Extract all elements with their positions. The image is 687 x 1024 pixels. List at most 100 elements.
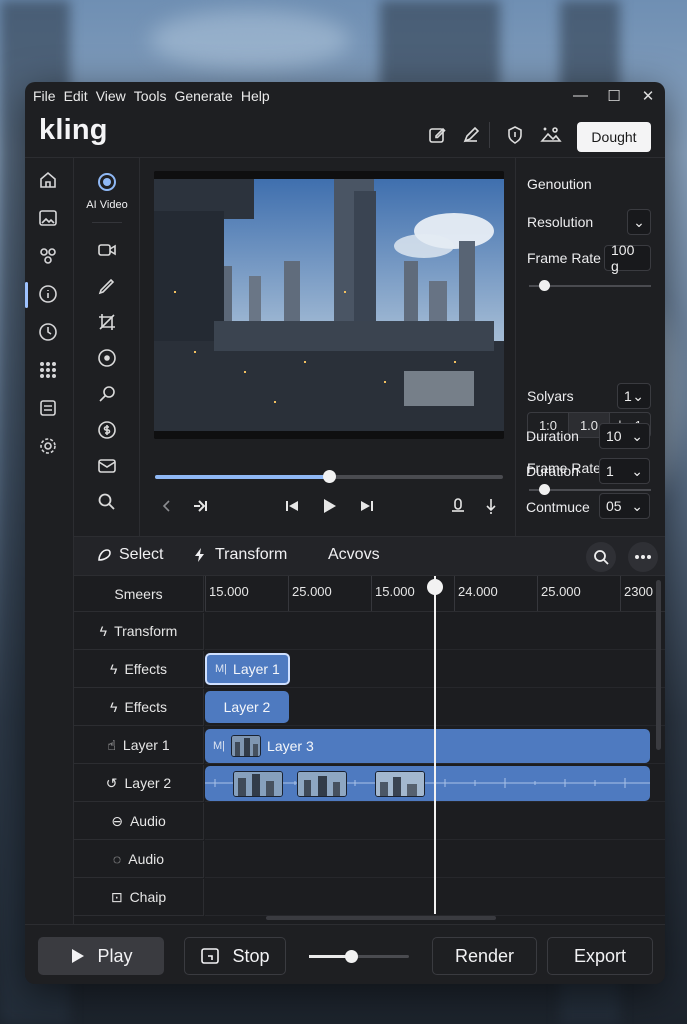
more-options-button[interactable] <box>628 542 658 572</box>
select-tool[interactable]: Select <box>96 546 163 564</box>
volume-slider[interactable] <box>309 950 409 963</box>
ruler-tick <box>620 576 621 611</box>
frame-rate-slider[interactable] <box>529 280 651 291</box>
frame-rate-slider-handle[interactable] <box>538 280 550 291</box>
crop-icon[interactable] <box>95 310 119 334</box>
contmuce-dropdown[interactable]: 05 ⌄ <box>599 493 650 519</box>
export-button[interactable]: Export <box>547 937 653 975</box>
menu-file[interactable]: File <box>33 88 56 104</box>
settings-gear-icon[interactable] <box>36 434 60 458</box>
chevron-left-icon[interactable] <box>155 494 179 518</box>
track-header-chaip[interactable]: ⊡ Chaip <box>74 879 204 916</box>
edit-square-icon[interactable] <box>425 123 449 147</box>
home-icon[interactable] <box>36 168 60 192</box>
frame-rate-2-slider-handle[interactable] <box>538 484 550 495</box>
stop-button[interactable]: Stop <box>184 937 286 975</box>
media-library-icon[interactable] <box>36 206 60 230</box>
video-camera-icon[interactable] <box>95 238 119 262</box>
chevron-down-icon: ⌄ <box>633 213 645 230</box>
clip-marker: M| <box>215 663 228 675</box>
shield-icon[interactable] <box>503 123 527 147</box>
render-button[interactable]: Render <box>432 937 537 975</box>
bolt-icon: ϟ <box>110 661 118 677</box>
menu-view[interactable]: View <box>96 88 126 104</box>
tool-divider <box>92 222 122 223</box>
magic-image-icon[interactable] <box>539 123 563 147</box>
ai-video-tool[interactable]: AI Video <box>74 172 140 211</box>
clip-layer-3[interactable]: M| Layer 3 <box>205 729 650 763</box>
history-icon[interactable] <box>36 320 60 344</box>
track-header-effects-2[interactable]: ϟ Effects <box>74 689 204 726</box>
dollar-circle-icon[interactable] <box>95 418 119 442</box>
search-icon[interactable] <box>95 490 119 514</box>
track-header-effects[interactable]: ϟ Effects <box>74 651 204 688</box>
microphone-icon[interactable] <box>446 494 470 518</box>
ruler-tick <box>537 576 538 611</box>
acvovs-tool[interactable]: Acvovs <box>328 546 380 564</box>
ruler-label: 24.000 <box>458 584 498 599</box>
clip-thumbnail <box>375 771 425 797</box>
timeline-vertical-scrollbar[interactable] <box>656 580 661 750</box>
resolution-dropdown[interactable]: ⌄ <box>627 209 651 235</box>
mail-icon[interactable] <box>95 454 119 478</box>
magnify-icon[interactable] <box>95 382 119 406</box>
stop-label: Stop <box>232 945 270 966</box>
frame-rate-field[interactable]: 100 g <box>604 242 651 274</box>
volume-handle[interactable] <box>345 950 358 963</box>
render-label: Render <box>454 945 515 966</box>
ai-video-label: AI Video <box>86 199 128 211</box>
track-header-transform[interactable]: ϟ Transform <box>74 613 204 650</box>
playhead-handle[interactable] <box>427 579 443 595</box>
pen-icon[interactable] <box>459 123 483 147</box>
ruler-tick <box>371 576 372 611</box>
frame-rate-2-slider[interactable] <box>529 484 651 495</box>
dashed-circle-icon: ◌ <box>112 851 122 867</box>
step-forward-icon[interactable] <box>189 494 213 518</box>
menu-help[interactable]: Help <box>241 88 270 104</box>
document-icon[interactable] <box>36 396 60 420</box>
dought-button[interactable]: Dought <box>577 122 651 152</box>
playback-scrubber[interactable] <box>155 470 503 483</box>
minus-circle-icon: ⊖ <box>111 812 123 829</box>
skip-forward-icon[interactable] <box>355 494 379 518</box>
play-icon[interactable] <box>317 494 341 518</box>
transform-tool[interactable]: Transform <box>192 546 287 564</box>
resolution-label: Resolution <box>527 214 594 230</box>
target-icon[interactable] <box>95 346 119 370</box>
ruler-label: 15.000 <box>209 584 249 599</box>
track-header-audio[interactable]: ⊖ Audio <box>74 803 204 840</box>
track-header-audio-2[interactable]: ◌ Audio <box>74 841 204 878</box>
ruler-label: 25.000 <box>292 584 332 599</box>
timeline-horizontal-scrollbar[interactable] <box>266 916 496 920</box>
minimize-button[interactable]: — <box>573 87 588 105</box>
video-preview[interactable] <box>154 171 504 439</box>
menu-edit[interactable]: Edit <box>64 88 88 104</box>
duration-2-dropdown[interactable]: 1 ⌄ <box>599 458 650 484</box>
download-icon[interactable] <box>479 494 503 518</box>
transform-label: Transform <box>215 546 288 563</box>
scrubber-handle[interactable] <box>323 470 336 483</box>
brush-icon[interactable] <box>95 274 119 298</box>
grid-dots-icon[interactable] <box>36 358 60 382</box>
ai-target-icon <box>98 173 116 191</box>
timeline-search-button[interactable] <box>586 542 616 572</box>
effects-icon[interactable] <box>36 244 60 268</box>
maximize-button[interactable]: ☐ <box>607 87 621 105</box>
duration-dropdown[interactable]: 10 ⌄ <box>599 423 650 449</box>
clip-thumbnail <box>297 771 347 797</box>
clip-layer-1[interactable]: M| Layer 1 <box>205 653 290 685</box>
playhead-line[interactable] <box>434 576 436 914</box>
close-button[interactable]: ✕ <box>641 87 655 105</box>
chevron-down-icon: ⌄ <box>631 497 643 514</box>
play-button[interactable]: Play <box>38 937 164 975</box>
track-header-layer-1[interactable]: ☝ Layer 1 <box>74 727 204 764</box>
menu-generate[interactable]: Generate <box>174 88 232 104</box>
menu-tools[interactable]: Tools <box>134 88 167 104</box>
clip-layer-2[interactable]: Layer 2 <box>205 691 289 723</box>
skip-back-icon[interactable] <box>280 494 304 518</box>
app-logo: kling <box>39 114 108 146</box>
solyars-dropdown[interactable]: 1 ⌄ <box>617 383 651 409</box>
track-header-layer-2[interactable]: ↺ Layer 2 <box>74 765 204 802</box>
clip-video-strip[interactable] <box>205 766 650 801</box>
info-icon[interactable] <box>36 282 60 306</box>
